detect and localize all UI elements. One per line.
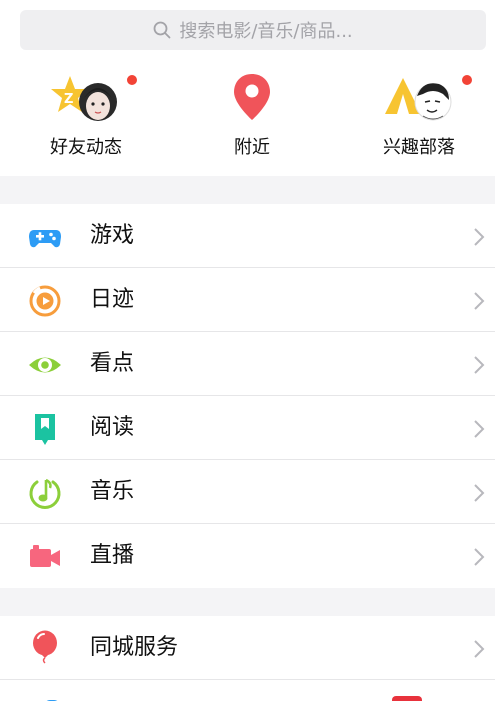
- chevron-right-icon: [474, 292, 485, 310]
- menu-item-highlights[interactable]: 看点: [0, 332, 495, 396]
- menu-item-label: 同城服务: [90, 635, 179, 660]
- menu-item-live[interactable]: 直播: [0, 524, 495, 588]
- camera-circle-icon: [29, 285, 61, 317]
- quick-link-label: 附近: [234, 137, 270, 158]
- location-pin-icon: [212, 72, 292, 126]
- quick-links: Z 好友动态 附近 兴趣部落: [0, 60, 495, 176]
- quick-link-friends-feed[interactable]: Z 好友动态: [6, 60, 166, 176]
- menu-item-daily-trace[interactable]: 日迹: [0, 268, 495, 332]
- partial-icon-right: [392, 696, 422, 701]
- menu-item-label: 游戏: [90, 223, 135, 248]
- menu-item-label: 阅读: [90, 415, 135, 440]
- menu-group-primary: 游戏 日迹 看点 阅读 音乐 直播: [0, 204, 495, 588]
- search-icon: [153, 21, 171, 39]
- search-placeholder: 搜索电影/音乐/商品...: [179, 21, 353, 42]
- badge-dot: [126, 74, 138, 86]
- chevron-right-icon: [474, 484, 485, 502]
- quick-link-label: 兴趣部落: [383, 137, 455, 158]
- menu-item-local-services[interactable]: 同城服务: [0, 616, 495, 680]
- section-gap: [0, 176, 495, 204]
- quick-link-nearby[interactable]: 附近: [172, 60, 332, 176]
- search-input[interactable]: 搜索电影/音乐/商品...: [20, 10, 486, 50]
- svg-text:Z: Z: [64, 92, 73, 107]
- menu-item-label: 音乐: [90, 479, 135, 504]
- chevron-right-icon: [474, 640, 485, 658]
- section-gap: [0, 588, 495, 616]
- menu-group-secondary: 同城服务: [0, 616, 495, 701]
- chevron-right-icon: [474, 548, 485, 566]
- book-icon: [35, 414, 55, 445]
- menu-item-label: 看点: [90, 351, 135, 376]
- menu-item-music[interactable]: 音乐: [0, 460, 495, 524]
- quick-link-tribe[interactable]: 兴趣部落: [339, 60, 495, 176]
- gamepad-icon: [29, 230, 61, 248]
- menu-item-label: 日迹: [90, 287, 135, 312]
- menu-item-games[interactable]: 游戏: [0, 204, 495, 268]
- video-camera-icon: [30, 545, 60, 567]
- badge-dot: [461, 74, 473, 86]
- menu-item-label: 直播: [90, 543, 135, 568]
- eye-icon: [29, 357, 61, 373]
- quick-link-label: 好友动态: [50, 137, 122, 158]
- balloon-icon: [33, 630, 57, 664]
- chevron-right-icon: [474, 228, 485, 246]
- friends-star-icon: Z: [46, 72, 126, 126]
- chevron-right-icon: [474, 356, 485, 374]
- music-note-icon: [29, 478, 61, 509]
- chevron-right-icon: [474, 420, 485, 438]
- tribe-tent-icon: [379, 72, 459, 126]
- menu-item-partial[interactable]: [0, 680, 495, 701]
- menu-item-reading[interactable]: 阅读: [0, 396, 495, 460]
- search-area: 搜索电影/音乐/商品...: [0, 0, 495, 60]
